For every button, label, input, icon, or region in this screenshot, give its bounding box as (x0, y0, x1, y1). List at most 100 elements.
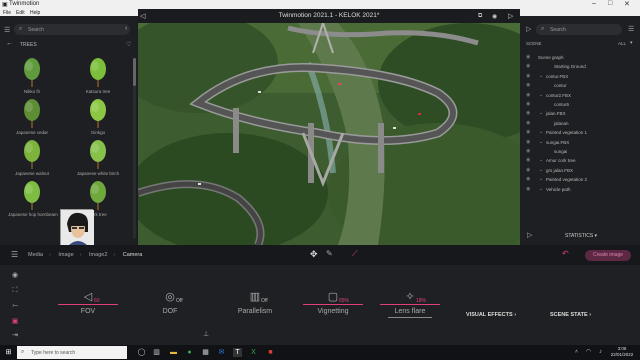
menu-icon[interactable]: ☰ (11, 250, 18, 259)
measure-icon[interactable]: ⟋ (352, 249, 358, 259)
hamburger-icon[interactable]: ☰ (4, 26, 10, 34)
visibility-eye-icon[interactable]: ◉ (526, 148, 530, 154)
scene-search-input[interactable]: ⌕ Search (536, 24, 622, 35)
minimize-icon[interactable]: – (592, 0, 596, 7)
breadcrumb-image2[interactable]: Image2 (89, 252, 107, 258)
scene-node[interactable]: ◉ ⌄ Painted vegetation 1 (526, 129, 636, 137)
scene-node[interactable]: ◉ contur (526, 82, 636, 90)
scene-state-button[interactable]: SCENE STATE › (550, 312, 591, 318)
expand-chevron-icon[interactable]: ⌄ (539, 73, 543, 79)
scene-node[interactable]: ◉ ⌄ Amur cork tree (526, 157, 636, 165)
tree-item[interactable]: Nikko fir (12, 55, 52, 101)
scene-node[interactable]: ◉ ⌄ Painted vegetation 2 (526, 176, 636, 184)
camera-control-dof[interactable]: ◎ Off DOF (140, 290, 200, 322)
scene-node[interactable]: ◉ ⌄ Vehicle path (526, 186, 636, 194)
visibility-eye-icon[interactable]: ◉ (526, 92, 530, 98)
image-icon[interactable]: ▣ (9, 317, 21, 326)
visual-effects-button[interactable]: VISUAL EFFECTS › (466, 312, 516, 318)
visibility-eye-icon[interactable]: ◉ (526, 54, 530, 60)
network-icon[interactable]: ◠ (584, 348, 593, 357)
scene-node[interactable]: ◉ contur6 (526, 101, 636, 109)
3d-viewport[interactable] (138, 23, 520, 245)
scene-node[interactable]: ◉ ⌄ sungai.FBX (526, 139, 636, 147)
scene-node[interactable]: ◉ ⌄ jalan.FBX (526, 110, 636, 118)
scene-node[interactable]: ◉ ⌄ contur2.FBX (526, 92, 636, 100)
view-icon[interactable]: ⛶ (9, 287, 21, 296)
excel-icon[interactable]: X (249, 348, 258, 357)
breadcrumb-camera[interactable]: Camera (123, 252, 143, 258)
more-menu-icon[interactable]: ☰ (628, 25, 634, 33)
eye-icon[interactable]: ◉ (492, 13, 497, 20)
visibility-eye-icon[interactable]: ◉ (526, 73, 530, 79)
visibility-eye-icon[interactable]: ◉ (526, 101, 530, 107)
collapse-left-icon[interactable]: ◁ (140, 12, 145, 20)
camera-control-fov[interactable]: ◁ 60 FOV (58, 290, 118, 322)
taskbar-search-input[interactable]: ⌕ Type here to search (17, 346, 127, 359)
expand-chevron-icon[interactable]: ⌄ (539, 129, 543, 135)
volume-icon[interactable]: ♪ (596, 348, 605, 357)
expand-chevron-icon[interactable]: ⌄ (539, 139, 543, 145)
path-icon[interactable]: ⤚ (9, 302, 21, 311)
expand-chevron-icon[interactable]: ⌄ (539, 92, 543, 98)
library-scrollbar-thumb[interactable] (133, 58, 136, 86)
taskbar-clock[interactable]: 3:06 22/01/2022 (608, 346, 636, 358)
chrome-icon[interactable]: ● (185, 348, 194, 357)
statistics-toggle[interactable]: STATISTICS ▾ (565, 233, 597, 239)
expand-statistics-icon[interactable]: ▷ (527, 231, 532, 239)
scene-filter-dropdown[interactable]: ALL (618, 41, 626, 46)
expand-chevron-icon[interactable]: ⌄ (539, 110, 543, 116)
visibility-eye-icon[interactable]: ◉ (526, 129, 530, 135)
app-icon[interactable]: ■ (266, 348, 275, 357)
undo-icon[interactable]: ↶ (562, 249, 569, 258)
tree-item[interactable]: Japanese walnut (12, 137, 52, 183)
close-icon[interactable]: ✕ (624, 0, 630, 8)
chevron-left-icon[interactable]: ‹ (125, 25, 127, 32)
expand-chevron-icon[interactable]: ⌄ (539, 157, 543, 163)
camera-control-parallelism[interactable]: ▥ Off Parallelism (225, 290, 285, 322)
visibility-eye-icon[interactable]: ◉ (526, 157, 530, 163)
back-arrow-icon[interactable]: ← (6, 40, 13, 47)
tree-item[interactable]: Japanese white birch (77, 137, 119, 183)
expand-chevron-icon[interactable]: ⌄ (539, 186, 543, 192)
favorite-heart-icon[interactable]: ♡ (126, 41, 131, 48)
camera-control-lens-flare[interactable]: ✧ 18% Lens flare (380, 290, 440, 322)
tree-item[interactable]: Japanese hop hornbeam (8, 178, 58, 224)
collapse-right-icon[interactable]: ▷ (508, 12, 513, 20)
visibility-eye-icon[interactable]: ◉ (526, 167, 530, 173)
twinmotion-icon[interactable]: T (233, 348, 242, 357)
tray-chevron-icon[interactable]: ˄ (572, 348, 581, 357)
visibility-eye-icon[interactable]: ◉ (526, 176, 530, 182)
scene-node[interactable]: ◉ jalanan (526, 120, 636, 128)
undock-icon[interactable]: ⧉ (478, 13, 482, 20)
store-icon[interactable]: ▦ (201, 348, 210, 357)
move-icon[interactable]: ✥ (310, 249, 318, 260)
expand-right-icon[interactable]: ▷ (526, 25, 531, 33)
create-image-button[interactable]: Create image (585, 250, 631, 261)
resize-handle-icon[interactable]: ⊥ (203, 330, 209, 338)
widgets-icon[interactable]: ▥ (152, 348, 161, 357)
visibility-eye-icon[interactable]: ◉ (526, 82, 530, 88)
visibility-eye-icon[interactable]: ◉ (526, 139, 530, 145)
camera-icon[interactable]: ◉ (9, 271, 21, 280)
expand-chevron-icon[interactable]: ⌄ (539, 167, 543, 173)
visibility-eye-icon[interactable]: ◉ (526, 110, 530, 116)
expand-chevron-icon[interactable]: ⌄ (539, 176, 543, 182)
windows-start-icon[interactable]: ⊞ (4, 348, 13, 357)
library-search-input[interactable]: ⌕ Search (14, 24, 130, 35)
export-icon[interactable]: ⇥ (9, 331, 21, 340)
chevron-down-icon[interactable]: ▾ (630, 40, 633, 46)
visibility-eye-icon[interactable]: ◉ (526, 63, 530, 69)
task-view-icon[interactable]: ◯ (137, 348, 146, 357)
scene-node[interactable]: ◉ ⌄ contur.FBX (526, 73, 636, 81)
scene-node[interactable]: ◉ sungai (526, 148, 636, 156)
tree-item[interactable]: Katsura tree (78, 55, 118, 101)
visibility-eye-icon[interactable]: ◉ (526, 120, 530, 126)
file-explorer-icon[interactable]: ▬ (169, 348, 178, 357)
mail-icon[interactable]: ✉ (217, 348, 226, 357)
maximize-icon[interactable]: □ (608, 0, 612, 7)
tree-item[interactable]: Ginkgo (78, 96, 118, 142)
camera-control-vignetting[interactable]: ▢ 65% Vignetting (303, 290, 363, 322)
breadcrumb-media[interactable]: Media (28, 252, 43, 258)
scene-node[interactable]: ◉ ⌄ grs jalan.FBX (526, 167, 636, 175)
visibility-eye-icon[interactable]: ◉ (526, 186, 530, 192)
